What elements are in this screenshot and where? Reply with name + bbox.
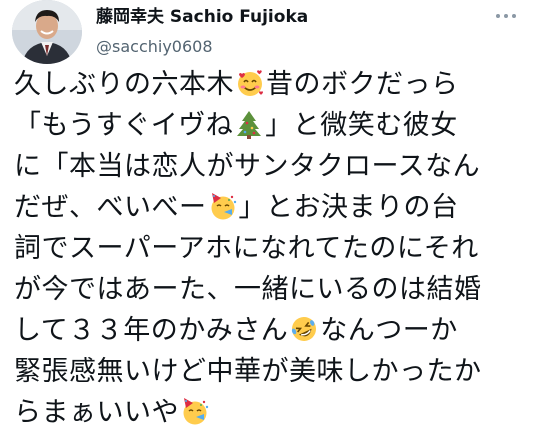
tweet-line-text: に「本当は恋人がサンタクロースなん [14,151,481,182]
tweet-line: 「もうすぐイヴね 」と微笑む彼女 [14,105,526,146]
tweet-line: に「本当は恋人がサンタクロースなん [14,146,526,187]
tweet-line-text: なんつーか [320,315,458,346]
tweet-line-text: 昔のボクだっら [266,69,459,100]
tweet-line: 詞でスーパーアホになれてたのにそれ [14,228,526,269]
tweet-line-text: 「もうすぐイヴね [14,110,234,141]
tweet: 藤岡幸夫 Sachio Fujioka @sacchiy0608 久しぶりの六本… [0,0,536,430]
tweet-line: だぜ、べいべー 」とお決まりの台 [14,187,526,228]
avatar[interactable] [12,0,82,64]
more-dot [512,14,516,18]
tweet-line: が今ではあーた、一緒にいるのは結婚 [14,269,526,310]
smiling-face-with-hearts-icon [235,68,265,98]
tweet-line-text: 」と微笑む彼女 [265,110,458,141]
partying-face-icon [208,191,238,221]
tweet-header: 藤岡幸夫 Sachio Fujioka @sacchiy0608 [96,6,516,58]
tweet-line: らまぁいいや [14,392,526,430]
user-handle[interactable]: @sacchiy0608 [96,36,516,58]
tweet-line-text: 」とお決まりの台 [238,192,459,223]
tweet-line-text: 緊張感無いけど中華が美味しかったか [14,356,482,387]
avatar-photo [12,0,82,64]
tweet-line: して３３年のかみさん なんつーか [14,310,526,351]
tweet-line-text: らまぁいいや [14,397,179,428]
more-dot [504,14,508,18]
tweet-text: 久しぶりの六本木 昔のボクだっら 「もうすぐイヴね 」と微笑む彼女 に「本当は恋… [14,64,526,430]
tweet-line-text: だぜ、べいべー [14,192,207,223]
christmas-tree-icon [234,109,264,139]
tweet-line-text: 久しぶりの六本木 [14,69,234,100]
tweet-line: 久しぶりの六本木 昔のボクだっら [14,64,526,105]
display-name[interactable]: 藤岡幸夫 Sachio Fujioka [96,6,516,28]
more-dot [496,14,500,18]
tweet-line-text: して３３年のかみさん [14,315,289,346]
tweet-line-text: が今ではあーた、一緒にいるのは結婚 [14,274,482,305]
more-horizontal-icon[interactable] [496,10,516,22]
tweet-line: 緊張感無いけど中華が美味しかったか [14,351,526,392]
tweet-line-text: 詞でスーパーアホになれてたのにそれ [14,233,479,264]
partying-face-icon [180,396,210,426]
rolling-on-floor-laughing-icon [289,314,319,344]
